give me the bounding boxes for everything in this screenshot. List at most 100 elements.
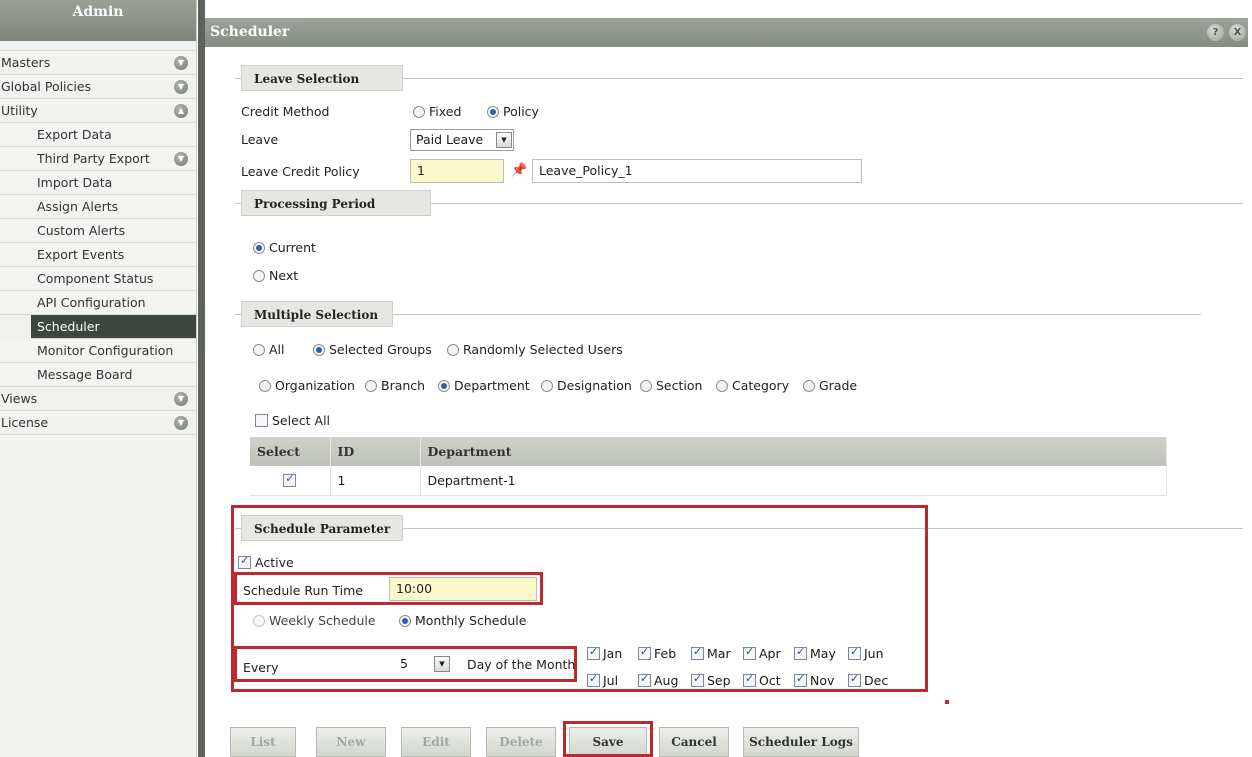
column-header-department[interactable]: Department [420,437,1167,466]
sidebar-item-monitor-configuration[interactable]: Monitor Configuration [0,339,196,363]
leave-credit-policy-name-field[interactable]: Leave_Policy_1 [532,159,862,183]
radio-label: Fixed [429,104,462,119]
chevron-down-icon[interactable]: ▼ [174,152,188,166]
sidebar-item-label: Message Board [37,367,133,382]
chevron-down-icon[interactable]: ▼ [496,132,512,148]
cancel-button[interactable]: Cancel [659,727,729,757]
processing-next-radio[interactable]: Next [253,268,298,283]
sidebar-item-export-data[interactable]: Export Data [0,123,196,147]
new-button[interactable]: New [316,727,386,757]
processing-current-radio[interactable]: Current [253,240,316,255]
leave-credit-policy-label: Leave Credit Policy [241,164,360,179]
table-header-row: Select ID Department [250,437,1167,466]
sidebar-item-import-data[interactable]: Import Data [0,171,196,195]
sidebar-item-label: License [1,415,49,430]
row-department-cell: Department-1 [420,466,1167,496]
edit-button[interactable]: Edit [401,727,471,757]
leave-select-value: Paid Leave [416,132,484,147]
marker-dot [945,700,949,704]
splitter[interactable] [198,0,205,757]
sidebar-item-label: API Configuration [37,295,146,310]
list-button[interactable]: List [230,727,296,757]
pin-icon[interactable]: 📌 [511,163,527,178]
row-select-cell[interactable] [250,466,331,496]
radio-label: Branch [381,378,426,393]
leave-select[interactable]: Paid Leave ▼ [410,129,514,151]
sidebar-item-label: Global Policies [1,79,92,94]
selection-random-radio[interactable]: Randomly Selected Users [447,342,623,357]
sidebar-item-api-configuration[interactable]: API Configuration [0,291,196,315]
radio-icon [447,344,459,356]
radio-selected-icon [438,380,450,392]
group-department-radio[interactable]: Department [438,378,530,393]
chevron-up-icon[interactable]: ▲ [174,104,188,118]
delete-button[interactable]: Delete [486,727,556,757]
sidebar-item-component-status[interactable]: Component Status [0,267,196,291]
column-header-id[interactable]: ID [330,437,421,466]
group-grade-radio[interactable]: Grade [803,378,857,393]
radio-icon [716,380,728,392]
department-table: Select ID Department 1 Department-1 [250,437,1167,496]
sidebar-item-message-board[interactable]: Message Board [0,363,196,387]
group-category-radio[interactable]: Category [716,378,789,393]
scheduler-logs-button[interactable]: Scheduler Logs [743,727,859,757]
row-select-checkbox[interactable] [283,472,297,487]
chevron-down-icon[interactable]: ▼ [174,80,188,94]
sidebar-item-label: Masters [1,55,51,70]
sidebar-item-label: Monitor Configuration [37,343,174,358]
sidebar-item-label: Assign Alerts [37,199,119,214]
sidebar-item-global-policies[interactable]: Global Policies ▼ [0,75,196,99]
sidebar-item-custom-alerts[interactable]: Custom Alerts [0,219,196,243]
chevron-down-icon[interactable]: ▼ [174,416,188,430]
credit-policy-radio[interactable]: Policy [487,104,539,119]
group-designation-radio[interactable]: Designation [541,378,632,393]
table-row[interactable]: 1 Department-1 [250,466,1167,496]
radio-label: Policy [503,104,539,119]
sidebar-item-label: Custom Alerts [37,223,126,238]
selection-groups-radio[interactable]: Selected Groups [313,342,432,357]
chevron-down-icon[interactable]: ▼ [174,392,188,406]
sidebar-item-label: Export Events [37,247,125,262]
sidebar-item-utility[interactable]: Utility ▲ [0,99,196,123]
checkbox-icon [255,414,268,427]
checkbox-label: Select All [272,413,331,428]
group-branch-radio[interactable]: Branch [365,378,425,393]
radio-label: Grade [819,378,858,393]
sidebar-item-export-events[interactable]: Export Events [0,243,196,267]
radio-selected-icon [313,344,325,356]
window-title-bar: Scheduler ? X [205,18,1248,47]
sidebar-item-views[interactable]: Views ▼ [0,387,196,411]
radio-label: Designation [557,378,632,393]
radio-selected-icon [487,106,499,118]
sidebar-item-scheduler[interactable]: Scheduler [31,315,196,339]
radio-icon [803,380,815,392]
sidebar-item-third-party-export[interactable]: Third Party Export ▼ [0,147,196,171]
sidebar-item-label: Third Party Export [37,151,150,166]
group-section-radio[interactable]: Section [640,378,702,393]
group-organization-radio[interactable]: Organization [259,378,355,393]
column-header-select[interactable]: Select [250,437,331,466]
selection-all-radio[interactable]: All [253,342,285,357]
radio-label: Organization [275,378,355,393]
radio-label: Category [732,378,790,393]
chevron-down-icon[interactable]: ▼ [174,56,188,70]
radio-selected-icon [253,242,265,254]
help-icon[interactable]: ? [1207,24,1224,41]
sidebar-item-label: Component Status [37,271,154,286]
window-title: Scheduler [210,24,290,40]
highlight-box-save [563,721,653,757]
sidebar-item-license[interactable]: License ▼ [0,411,196,435]
select-all-checkbox[interactable]: Select All [255,413,330,428]
sidebar-item-assign-alerts[interactable]: Assign Alerts [0,195,196,219]
section-heading-leave-selection: Leave Selection [241,65,403,91]
section-heading-multiple-selection: Multiple Selection [241,301,393,327]
radio-icon [259,380,271,392]
sidebar-item-masters[interactable]: Masters ▼ [0,51,196,75]
credit-fixed-radio[interactable]: Fixed [413,104,461,119]
radio-icon [253,344,265,356]
radio-label: Section [656,378,703,393]
main-panel: Scheduler ? X Leave Selection Credit Met… [205,0,1252,757]
close-icon[interactable]: X [1229,24,1246,41]
leave-credit-policy-id-field[interactable]: 1 [410,159,504,183]
highlight-box-run-time [234,572,543,605]
